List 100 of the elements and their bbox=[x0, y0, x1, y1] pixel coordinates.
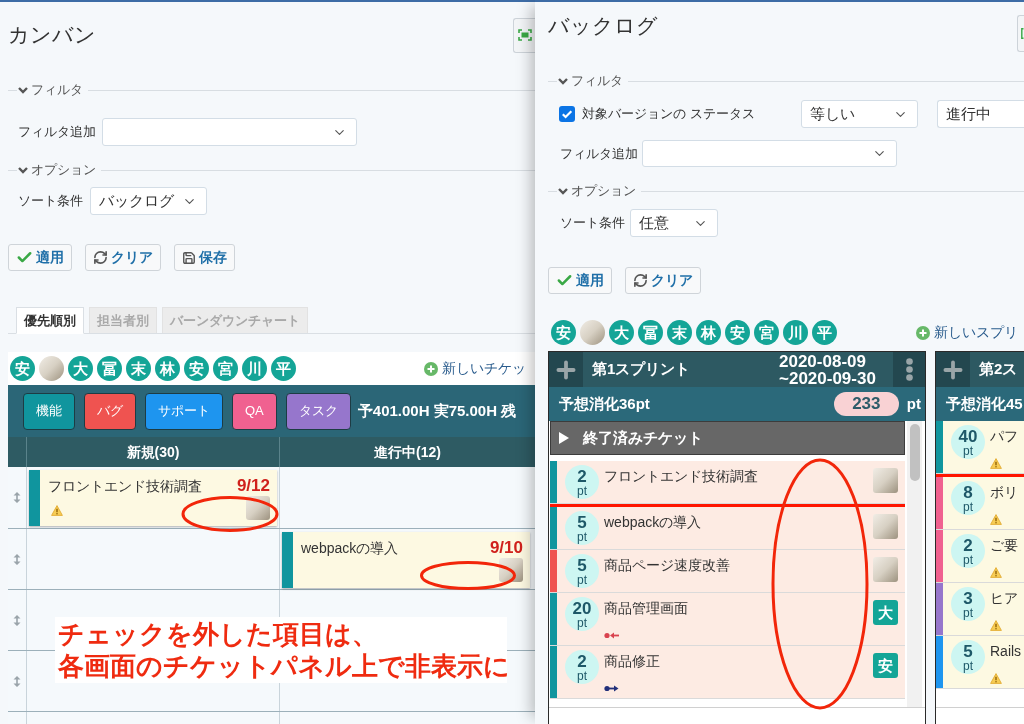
story-points: 5 bbox=[577, 556, 587, 574]
scrollbar-thumb[interactable] bbox=[909, 424, 920, 481]
ticket-title[interactable]: パフ bbox=[990, 427, 1024, 445]
plus-circle-icon bbox=[424, 361, 438, 376]
points-unit: pt bbox=[963, 444, 973, 457]
ticket-title[interactable]: ご要 bbox=[990, 536, 1024, 554]
ticket-card[interactable]: 8 pt ボリ bbox=[936, 477, 1024, 530]
apply-button[interactable]: 適用 bbox=[8, 244, 72, 271]
chevron-down-icon[interactable] bbox=[558, 187, 568, 195]
save-button[interactable]: 保存 bbox=[174, 244, 235, 271]
clear-button[interactable]: クリア bbox=[85, 244, 161, 271]
scrollbar[interactable] bbox=[907, 421, 922, 707]
estimate-text: 予想消化36pt bbox=[559, 393, 650, 414]
section-legend[interactable]: オプション bbox=[31, 162, 96, 178]
fullscreen-button[interactable] bbox=[1017, 15, 1024, 52]
ticket-card[interactable]: webpackの導入 9/10 bbox=[282, 532, 530, 588]
drag-handle-icon[interactable] bbox=[13, 614, 21, 626]
avatar-photo bbox=[873, 557, 898, 582]
points-unit: pt bbox=[963, 606, 973, 619]
sprint-date: ~2020-09-30 bbox=[779, 369, 877, 387]
field-label: ソート条件 bbox=[560, 214, 626, 233]
ticket-card[interactable]: 20 pt 商品管理画面 大 bbox=[550, 593, 905, 646]
kebab-icon bbox=[905, 358, 913, 381]
section-legend[interactable]: オプション bbox=[571, 183, 636, 199]
ticket-title[interactable]: 商品修正 bbox=[604, 652, 873, 670]
clear-button[interactable]: クリア bbox=[625, 267, 701, 294]
ticket-card[interactable]: 2 pt ご要 bbox=[936, 530, 1024, 583]
ticket-card[interactable]: フロントエンド技術調査 9/12 bbox=[29, 470, 277, 526]
chevron-down-icon[interactable] bbox=[18, 166, 28, 174]
avatar-photo bbox=[873, 514, 898, 539]
fullscreen-button[interactable] bbox=[513, 17, 535, 53]
avatar-photo[interactable] bbox=[39, 356, 64, 381]
ticket-title[interactable]: webpackの導入 bbox=[604, 513, 873, 531]
drag-handle-icon[interactable] bbox=[13, 553, 21, 565]
points-unit: pt bbox=[963, 659, 973, 672]
section-legend[interactable]: フィルタ bbox=[31, 82, 83, 98]
points-unit: pt bbox=[963, 500, 973, 513]
drag-handle-icon[interactable] bbox=[13, 492, 21, 503]
ticket-card[interactable]: 40 pt パフ bbox=[936, 421, 1024, 474]
avatar-photo[interactable] bbox=[580, 320, 605, 345]
avatar-photo bbox=[873, 468, 898, 493]
ticket-card[interactable]: 5 pt webpackの導入 bbox=[550, 507, 905, 550]
add-filter-select[interactable] bbox=[642, 140, 897, 167]
ticket-title[interactable]: ヒア bbox=[990, 589, 1024, 607]
filter-label: 対象バージョンの ステータス bbox=[582, 105, 756, 124]
ticket-card[interactable]: 5 pt Rails bbox=[936, 636, 1024, 689]
hours-summary: 予401.00H 実75.00H 残 bbox=[357, 400, 517, 421]
story-points: 5 bbox=[963, 642, 973, 660]
story-points: 20 bbox=[572, 599, 592, 617]
points-unit: pt bbox=[577, 616, 587, 629]
ticket-card[interactable]: 5 pt 商品ページ速度改善 bbox=[550, 550, 905, 593]
due-date: 9/10 bbox=[489, 538, 523, 558]
sprint-title: 第1スプリント bbox=[592, 359, 691, 380]
sort-select[interactable]: 任意 bbox=[630, 209, 718, 237]
new-sprint-link[interactable]: 新しいスプリ bbox=[916, 322, 1024, 343]
sprint-menu-button[interactable] bbox=[893, 352, 925, 387]
bracket-icon bbox=[1021, 28, 1024, 39]
ticket-title[interactable]: 商品管理画面 bbox=[604, 599, 873, 617]
ticket-title[interactable]: 商品ページ速度改善 bbox=[604, 556, 873, 574]
capacity-unit: pt bbox=[906, 393, 921, 414]
ticket-card[interactable]: 2 pt フロントエンド技術調査 bbox=[550, 461, 905, 504]
points-unit: pt bbox=[577, 573, 587, 586]
add-filter-select[interactable] bbox=[102, 118, 357, 146]
section-legend[interactable]: フィルタ bbox=[571, 73, 623, 89]
ticket-title[interactable]: フロントエンド技術調査 bbox=[48, 477, 202, 495]
column-header: 進行中(12) bbox=[374, 442, 441, 462]
add-ticket-button[interactable] bbox=[936, 352, 970, 387]
caret-right-icon bbox=[559, 432, 569, 444]
drag-handle-icon[interactable] bbox=[13, 675, 21, 687]
value-select[interactable]: 進行中 bbox=[937, 100, 1024, 128]
operator-select[interactable]: 等しい bbox=[801, 100, 918, 128]
sprint-date: 2020-08-09 bbox=[779, 352, 867, 370]
story-points: 40 bbox=[958, 427, 978, 445]
chevron-down-icon[interactable] bbox=[18, 86, 28, 94]
ticket-title[interactable]: Rails bbox=[990, 642, 1024, 660]
ticket-card[interactable]: 2 pt 商品修正 安 bbox=[550, 646, 905, 699]
apply-button[interactable]: 適用 bbox=[548, 267, 612, 294]
tab[interactable]: 優先順別 bbox=[16, 307, 84, 334]
plus-circle-icon bbox=[916, 325, 930, 340]
capacity-badge: 233 bbox=[833, 392, 899, 416]
tracker-filter-button[interactable]: タスク bbox=[285, 392, 351, 430]
ticket-card[interactable]: 3 pt ヒア bbox=[936, 583, 1024, 636]
new-ticket-link[interactable]: 新しいチケッ bbox=[424, 358, 535, 379]
ticket-title[interactable]: フロントエンド技術調査 bbox=[604, 467, 873, 485]
story-points: 2 bbox=[577, 652, 587, 670]
ticket-title[interactable]: webpackの導入 bbox=[301, 539, 399, 557]
closed-tickets-bar[interactable]: 終了済みチケット bbox=[550, 421, 905, 455]
tracker-filter-button[interactable]: 機能 bbox=[23, 392, 75, 430]
add-ticket-button[interactable] bbox=[549, 352, 583, 387]
column-header: 新規(30) bbox=[126, 442, 180, 462]
refresh-icon bbox=[93, 250, 108, 265]
sort-select[interactable]: バックログ bbox=[90, 187, 207, 215]
field-label: フィルタ追加 bbox=[18, 123, 97, 142]
assignee-badge: 大 bbox=[873, 600, 898, 625]
due-date: 9/12 bbox=[236, 476, 270, 496]
sprint-title: 第2ス bbox=[979, 359, 1018, 380]
checkbox[interactable] bbox=[559, 106, 575, 122]
ticket-title[interactable]: ボリ bbox=[990, 483, 1024, 501]
field-label: フィルタ追加 bbox=[560, 144, 639, 163]
chevron-down-icon[interactable] bbox=[558, 77, 568, 85]
